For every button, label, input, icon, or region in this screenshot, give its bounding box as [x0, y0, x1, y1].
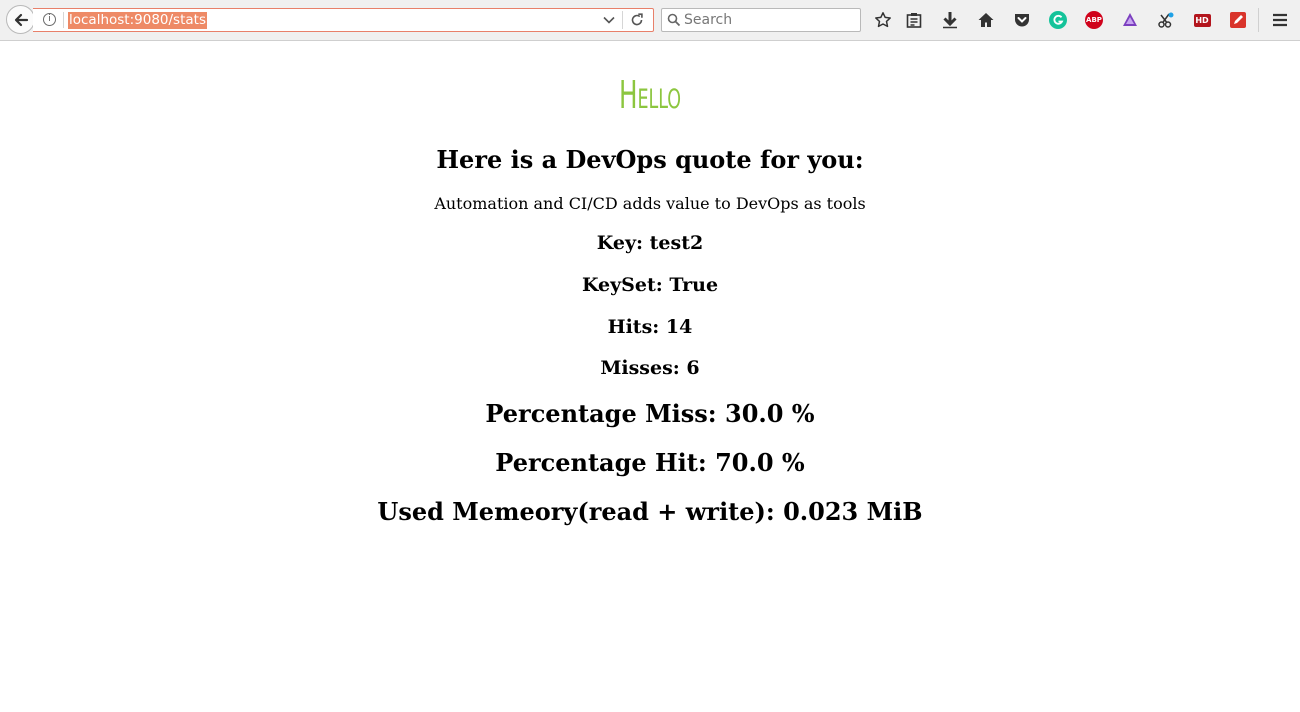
- search-input[interactable]: [684, 11, 854, 29]
- url-divider: [63, 12, 64, 28]
- home-button[interactable]: [975, 9, 997, 31]
- key-stat: Key: test2: [596, 232, 704, 254]
- hd-icon: HD: [1193, 13, 1211, 27]
- percentage-miss-stat: Percentage Miss: 30.0 %: [485, 399, 815, 428]
- bookmarks-menu-button[interactable]: [903, 9, 925, 31]
- url-bar[interactable]: i localhost:9080/stats: [33, 8, 654, 32]
- scissors-icon: [1158, 12, 1174, 28]
- quote-heading: Here is a DevOps quote for you:: [436, 145, 864, 174]
- back-button[interactable]: [6, 5, 35, 34]
- pen-icon: [1230, 12, 1246, 28]
- toolbar-divider: [1258, 8, 1259, 32]
- bookmark-star-button[interactable]: [872, 9, 894, 31]
- prism-icon: [1123, 13, 1137, 26]
- misses-stat: Misses: 6: [600, 357, 700, 379]
- quote-text: Automation and CI/CD adds value to DevOp…: [434, 194, 866, 213]
- star-icon: [875, 12, 891, 28]
- hd-extension-button[interactable]: HD: [1191, 9, 1213, 31]
- search-icon: [667, 13, 681, 27]
- grammarly-extension-button[interactable]: [1047, 9, 1069, 31]
- chevron-down-icon: [603, 16, 615, 24]
- grammarly-icon: [1049, 11, 1067, 29]
- download-arrow-icon: [943, 12, 957, 29]
- purple-extension-button[interactable]: [1119, 9, 1141, 31]
- url-text[interactable]: localhost:9080/stats: [68, 12, 207, 29]
- info-icon[interactable]: i: [43, 13, 56, 26]
- adblock-plus-icon: ABP: [1085, 11, 1103, 29]
- reload-icon: [631, 13, 643, 26]
- pocket-button[interactable]: [1011, 9, 1033, 31]
- arrow-left-icon: [14, 13, 28, 26]
- used-memory-stat: Used Memeory(read + write): 0.023 MiB: [377, 497, 923, 526]
- hello-heading: Hello: [618, 73, 682, 117]
- pocket-icon: [1015, 14, 1029, 27]
- browser-toolbar: i localhost:9080/stats Search ABP HD: [0, 0, 1300, 41]
- hits-stat: Hits: 14: [607, 316, 693, 338]
- reload-button[interactable]: [627, 11, 647, 29]
- url-separator: [622, 11, 623, 29]
- percentage-hit-stat: Percentage Hit: 70.0 %: [495, 448, 805, 477]
- open-menu-button[interactable]: [1269, 9, 1291, 31]
- hamburger-menu-icon: [1273, 13, 1287, 27]
- clipboard-icon: [906, 13, 922, 28]
- keyset-stat: KeySet: True: [581, 274, 719, 296]
- downloads-button[interactable]: [939, 9, 961, 31]
- adblock-plus-button[interactable]: ABP: [1083, 9, 1105, 31]
- search-bar[interactable]: [661, 8, 861, 32]
- annotate-extension-button[interactable]: [1227, 9, 1249, 31]
- tools-extension-button[interactable]: [1155, 9, 1177, 31]
- url-history-dropdown[interactable]: [601, 12, 617, 28]
- home-icon: [978, 13, 994, 27]
